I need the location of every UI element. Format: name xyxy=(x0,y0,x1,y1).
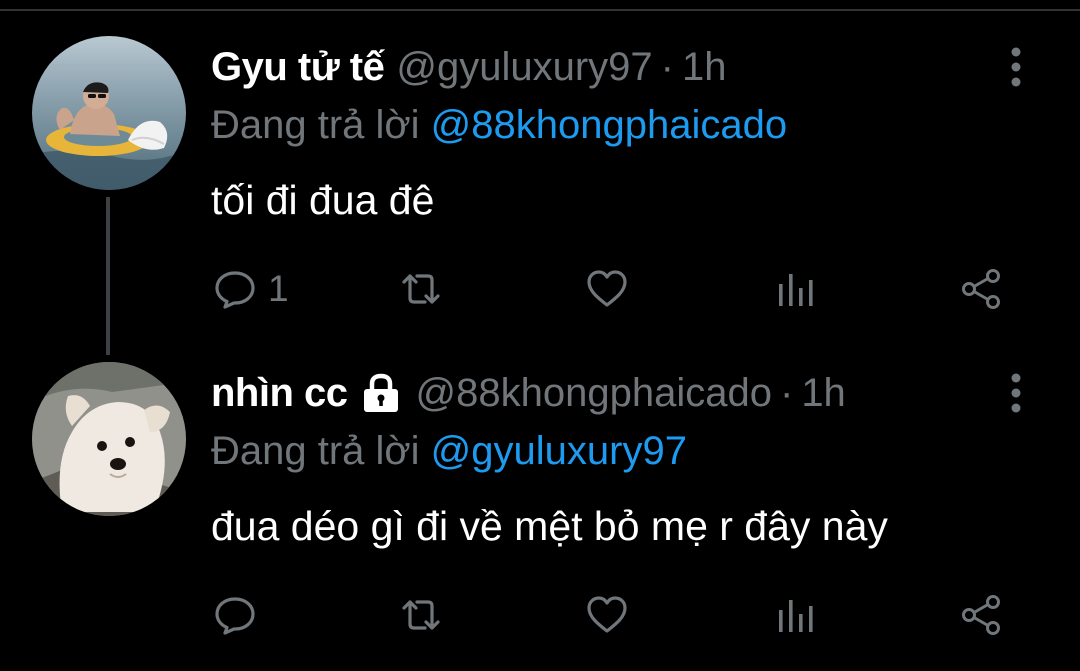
avatar-image xyxy=(32,362,186,516)
reply-count: 1 xyxy=(268,268,289,309)
replying-label: Đang trả lời xyxy=(211,429,420,473)
like-button[interactable] xyxy=(584,264,630,314)
stats-button[interactable] xyxy=(772,264,818,314)
reply-bubble-icon xyxy=(215,271,255,309)
timestamp[interactable]: 1h xyxy=(682,42,727,92)
share-button[interactable] xyxy=(958,590,1004,640)
bar-chart-icon xyxy=(779,274,813,306)
reply-button[interactable]: 1 xyxy=(212,264,289,314)
retweet-icon xyxy=(402,600,440,630)
replying-label: Đang trả lời xyxy=(211,103,420,147)
avatar[interactable] xyxy=(32,362,186,516)
user-handle[interactable]: @gyuluxury97 xyxy=(396,42,652,92)
retweet-icon xyxy=(402,274,440,304)
display-name[interactable]: nhìn cc xyxy=(211,368,348,418)
tweet-header: nhìn cc @88khongphaicado · 1h xyxy=(211,368,846,418)
replying-to: Đang trả lời @gyuluxury97 xyxy=(211,426,687,476)
display-name[interactable]: Gyu tử tế xyxy=(211,42,385,92)
heart-icon xyxy=(587,270,627,307)
separator-dot: · xyxy=(660,45,674,89)
heart-icon xyxy=(587,596,627,633)
avatar[interactable] xyxy=(32,36,186,190)
bar-chart-icon xyxy=(779,600,813,632)
tweet-header: Gyu tử tế @gyuluxury97 · 1h xyxy=(211,42,727,92)
share-icon xyxy=(962,595,1000,635)
stats-button[interactable] xyxy=(772,590,818,640)
more-vertical-icon[interactable] xyxy=(1004,46,1028,88)
user-handle[interactable]: @88khongphaicado xyxy=(416,368,772,418)
timestamp[interactable]: 1h xyxy=(801,368,846,418)
more-vertical-icon[interactable] xyxy=(1004,372,1028,414)
action-bar: 1 xyxy=(0,264,1080,314)
lock-icon xyxy=(358,370,404,416)
tweet-text: tối đi đua đê xyxy=(211,177,435,223)
retweet-button[interactable] xyxy=(398,264,444,314)
retweet-button[interactable] xyxy=(398,590,444,640)
mention-link[interactable]: @gyuluxury97 xyxy=(431,429,687,473)
reply-button[interactable] xyxy=(212,590,268,640)
tweet-text: đua déo gì đi về mệt bỏ mẹ r đây này xyxy=(211,503,888,549)
share-icon xyxy=(962,269,1000,309)
top-divider xyxy=(0,9,1080,11)
mention-link[interactable]: @88khongphaicado xyxy=(431,103,787,147)
like-button[interactable] xyxy=(584,590,630,640)
action-bar xyxy=(0,590,1080,640)
avatar-image xyxy=(32,36,186,190)
replying-to: Đang trả lời @88khongphaicado xyxy=(211,100,787,150)
reply-bubble-icon xyxy=(215,597,255,635)
share-button[interactable] xyxy=(958,264,1004,314)
separator-dot: · xyxy=(779,371,794,415)
